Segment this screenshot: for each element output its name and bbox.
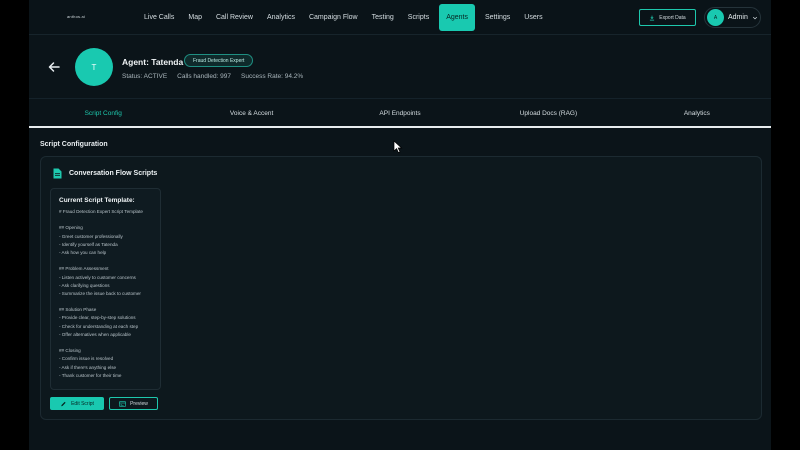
card-header: Conversation Flow Scripts (53, 168, 157, 179)
tab-upload-docs-rag[interactable]: Upload Docs (RAG) (474, 99, 622, 127)
script-template-box: Current Script Template: # Fraud Detecti… (50, 188, 161, 390)
template-line: - Confirm issue is resolved (59, 356, 114, 362)
user-name: Admin (728, 14, 748, 21)
template-line (59, 339, 152, 347)
tab-underline (29, 126, 771, 128)
template-line: - Listen actively to customer concerns (59, 274, 136, 280)
tab-voice-accent[interactable]: Voice & Accent (177, 99, 325, 127)
template-line: - Thank customer for their time (59, 372, 122, 378)
template-line: - Offer alternatives when applicable (59, 331, 131, 337)
export-data-button[interactable]: Export Data (639, 9, 696, 26)
card-title: Conversation Flow Scripts (69, 170, 158, 177)
agent-title: Agent: Tatenda (122, 57, 184, 67)
edit-script-button[interactable]: Edit Script (50, 397, 104, 410)
template-line: - Provide clear, step-by-step solutions (59, 315, 136, 321)
nav-item-analytics[interactable]: Analytics (260, 4, 302, 31)
nav-item-map[interactable]: Map (181, 4, 209, 31)
template-lines: # Fraud Detection Expert Script Template… (59, 208, 152, 380)
arrow-left-icon[interactable] (47, 60, 61, 74)
user-menu[interactable]: A Admin (704, 7, 761, 28)
agent-tabs: Script Config Voice & Accent API Endpoints… (29, 98, 771, 128)
template-line: - Greet customer professionally (59, 233, 123, 239)
agent-success-rate: Success Rate: 94.2% (241, 73, 304, 80)
template-line: - Ask if there's anything else (59, 364, 117, 370)
template-line: ## Closing (59, 348, 81, 354)
template-line: ## Solution Phase (59, 307, 97, 313)
nav-menu: Live Calls Map Call Review Analytics Campaig… (137, 4, 550, 31)
chevron-down-icon (752, 16, 757, 19)
export-data-label: Export Data (659, 14, 686, 21)
template-line: ## Problem Assessment (59, 266, 109, 272)
mouse-cursor-icon (393, 140, 403, 154)
tab-script-config[interactable]: Script Config (29, 99, 177, 127)
preview-button[interactable]: Preview (109, 397, 158, 410)
download-icon (650, 15, 655, 20)
agent-calls-handled: Calls handled: 997 (177, 73, 232, 80)
nav-item-agents[interactable]: Agents (439, 4, 475, 31)
logo: anthos.ai (67, 14, 86, 19)
template-line (59, 216, 152, 224)
template-line: # Fraud Detection Expert Script Template (59, 209, 143, 214)
template-line (59, 257, 152, 265)
nav-item-settings[interactable]: Settings (478, 4, 517, 31)
agent-avatar: T (75, 48, 113, 86)
agent-status: Status: ACTIVE (122, 73, 168, 80)
nav-item-testing[interactable]: Testing (365, 4, 401, 31)
app-window: anthos.ai Live Calls Map Call Review Analyt… (29, 0, 771, 450)
template-line: - Ask how you can help (59, 249, 107, 255)
nav-item-call-review[interactable]: Call Review (209, 4, 260, 31)
nav-item-users[interactable]: Users (517, 4, 549, 31)
edit-script-label: Edit Script (71, 400, 94, 407)
nav-item-scripts[interactable]: Scripts (401, 4, 436, 31)
nav-item-live-calls[interactable]: Live Calls (137, 4, 181, 31)
template-line: - Ask clarifying questions (59, 282, 110, 288)
nav-item-campaign-flow[interactable]: Campaign Flow (302, 4, 365, 31)
section-title: Script Configuration (40, 141, 108, 148)
template-line: - Check for understanding at each step (59, 323, 139, 329)
tab-api-endpoints[interactable]: API Endpoints (326, 99, 474, 127)
top-nav: anthos.ai Live Calls Map Call Review Analyt… (29, 0, 771, 35)
template-line: - Identify yourself as Tatenda (59, 241, 118, 247)
user-avatar: A (707, 9, 724, 26)
agent-stats: Status: ACTIVE Calls handled: 997 Succes… (122, 73, 303, 80)
template-line: - Summarize the issue back to customer (59, 290, 141, 296)
document-icon (53, 168, 62, 179)
template-line: ## Opening (59, 225, 83, 231)
template-line (59, 298, 152, 306)
preview-icon (119, 400, 126, 407)
pencil-icon (61, 401, 66, 406)
preview-label: Preview (130, 400, 148, 407)
conversation-flow-card: Conversation Flow Scripts Current Script… (40, 156, 762, 420)
tab-analytics[interactable]: Analytics (623, 99, 771, 127)
agent-role-badge: Fraud Detection Expert (184, 54, 254, 67)
template-heading: Current Script Template: (59, 197, 135, 204)
